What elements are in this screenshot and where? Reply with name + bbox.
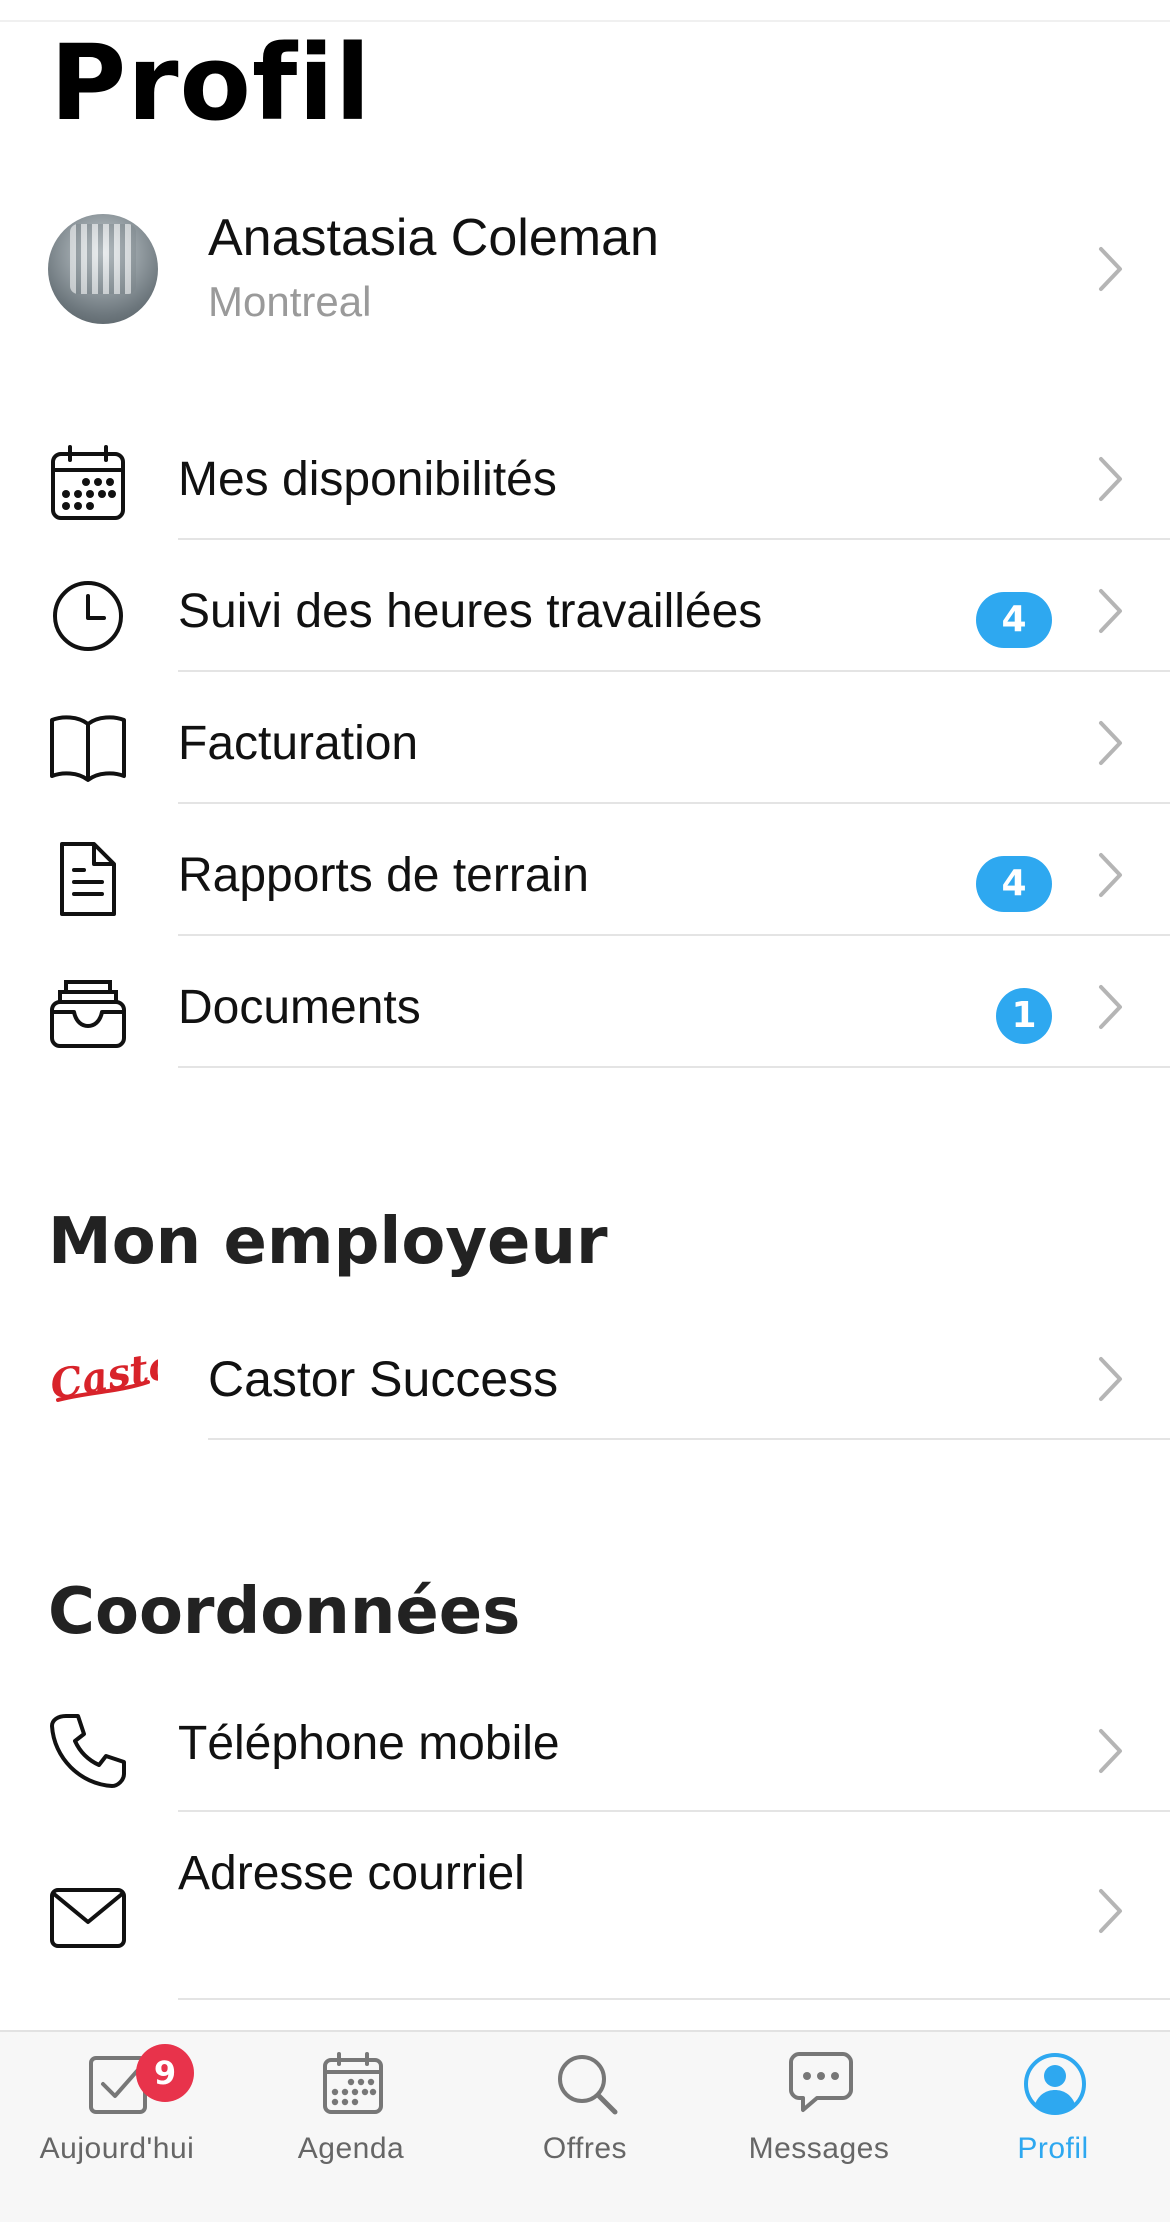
profile-city: Montreal bbox=[208, 278, 372, 325]
menu-item-label: Documents bbox=[178, 981, 421, 1034]
section-title-employer: Mon employeur bbox=[48, 1205, 608, 1279]
tab-profile[interactable]: Profil bbox=[936, 2032, 1170, 2222]
chevron-right-icon bbox=[1098, 1726, 1124, 1776]
contact-item-label: Téléphone mobile bbox=[178, 1717, 560, 1770]
envelope-icon bbox=[48, 1878, 128, 1958]
menu-item-label: Facturation bbox=[178, 717, 419, 770]
phone-icon bbox=[48, 1710, 128, 1790]
tab-offers[interactable]: Offres bbox=[468, 2032, 702, 2222]
count-badge: 4 bbox=[976, 592, 1052, 648]
section-title-contact: Coordonnées bbox=[48, 1575, 521, 1649]
tab-today[interactable]: 9 Aujourd'hui bbox=[0, 2032, 234, 2222]
menu-item-hours-tracking[interactable]: Suivi des heures travaillées 4 bbox=[0, 540, 1170, 672]
inbox-tray-icon bbox=[48, 972, 128, 1052]
tab-label: Agenda bbox=[297, 2132, 405, 2165]
page-title: Profil bbox=[50, 22, 372, 144]
contact-item-mobile-phone[interactable]: Téléphone mobile bbox=[0, 1680, 1170, 1812]
tab-messages[interactable]: Messages bbox=[702, 2032, 936, 2222]
chevron-right-icon bbox=[1098, 850, 1124, 900]
tab-label: Profil bbox=[1017, 2132, 1089, 2165]
user-circle-icon bbox=[1023, 2052, 1087, 2116]
menu-item-billing[interactable]: Facturation bbox=[0, 672, 1170, 804]
chevron-right-icon bbox=[1098, 586, 1124, 636]
calendar-icon bbox=[48, 444, 128, 524]
menu-item-label: Mes disponibilités bbox=[178, 453, 557, 506]
chevron-right-icon bbox=[1098, 718, 1124, 768]
tab-label: Messages bbox=[748, 2132, 890, 2165]
chevron-right-icon bbox=[1098, 454, 1124, 504]
divider bbox=[178, 1998, 1170, 2000]
tab-bar: 9 Aujourd'hui Agenda Offres Messages Pro… bbox=[0, 2030, 1170, 2222]
count-badge: 4 bbox=[976, 856, 1052, 912]
notification-badge: 9 bbox=[136, 2044, 194, 2102]
profile-name: Anastasia Coleman bbox=[208, 209, 659, 267]
document-icon bbox=[48, 840, 128, 920]
menu-item-label: Rapports de terrain bbox=[178, 849, 589, 902]
tab-label: Aujourd'hui bbox=[39, 2132, 195, 2165]
menu-item-availabilities[interactable]: Mes disponibilités bbox=[0, 408, 1170, 540]
chevron-right-icon bbox=[1098, 982, 1124, 1032]
search-icon bbox=[555, 2052, 619, 2116]
chevron-right-icon bbox=[1098, 244, 1124, 294]
menu-item-label: Suivi des heures travaillées bbox=[178, 585, 763, 638]
book-icon bbox=[48, 708, 128, 788]
profile-row[interactable]: Anastasia Coleman Montreal bbox=[0, 200, 1170, 340]
employer-name: Castor Success bbox=[208, 1351, 559, 1407]
chevron-right-icon bbox=[1098, 1886, 1124, 1936]
tab-label: Offres bbox=[542, 2132, 628, 2165]
chevron-right-icon bbox=[1098, 1354, 1124, 1404]
contact-item-label: Adresse courriel bbox=[178, 1847, 525, 1900]
count-badge: 1 bbox=[996, 988, 1052, 1044]
menu-item-documents[interactable]: Documents 1 bbox=[0, 936, 1170, 1068]
contact-item-email[interactable]: Adresse courriel bbox=[0, 1812, 1170, 2000]
divider bbox=[178, 1066, 1170, 1068]
chat-bubble-icon bbox=[789, 2050, 853, 2114]
avatar bbox=[48, 214, 158, 324]
employer-row[interactable]: Castor Castor Success bbox=[0, 1310, 1170, 1440]
clock-icon bbox=[48, 576, 128, 656]
menu-item-field-reports[interactable]: Rapports de terrain 4 bbox=[0, 804, 1170, 936]
divider bbox=[208, 1438, 1170, 1440]
tab-agenda[interactable]: Agenda bbox=[234, 2032, 468, 2222]
castor-logo: Castor bbox=[47, 1337, 202, 1412]
calendar-icon bbox=[321, 2052, 385, 2116]
